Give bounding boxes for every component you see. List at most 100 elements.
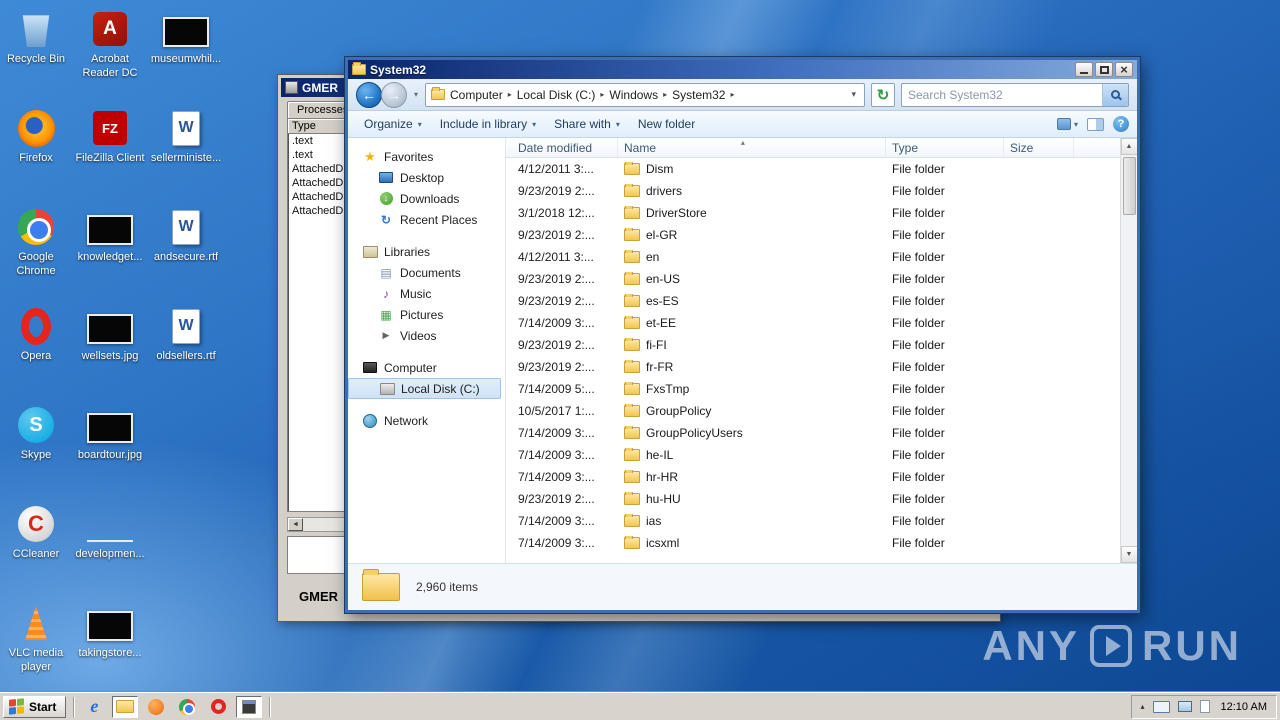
address-bar[interactable]: Computer ▸ Local Disk (C:) ▸ Windows ▸ System3… (425, 82, 865, 107)
file-row-grouppolicyusers[interactable]: 7/14/2009 3:... GroupPolicyUsers File fold… (506, 422, 1137, 444)
file-row-fxstmp[interactable]: 7/14/2009 5:... FxsTmp File folder (506, 378, 1137, 400)
file-row-et-ee[interactable]: 7/14/2009 3:... et-EE File folder (506, 312, 1137, 334)
recent-pages-dropdown-icon[interactable]: ▾ (413, 90, 419, 99)
file-row-icsxml[interactable]: 7/14/2009 3:... icsxml File folder (506, 532, 1137, 554)
file-row-fi-fi[interactable]: 9/23/2019 2:... fi-FI File folder (506, 334, 1137, 356)
column-header-name[interactable]: Name ▴ (618, 138, 886, 157)
action-center-icon[interactable] (1199, 700, 1210, 713)
folder-icon (624, 536, 640, 549)
file-row-ias[interactable]: 7/14/2009 3:... ias File folder (506, 510, 1137, 532)
preview-pane-button[interactable] (1087, 117, 1104, 131)
file-row-hu-hu[interactable]: 9/23/2019 2:... hu-HU File folder (506, 488, 1137, 510)
toolbar-include-in-library[interactable]: Include in library ▾ (432, 113, 544, 135)
file-row-driverstore[interactable]: 3/1/2018 12:... DriverStore File folder (506, 202, 1137, 224)
desktop-icon-takingstore[interactable]: takingstore... (74, 602, 146, 661)
desktop-icon-sellerministe[interactable]: sellerministe... (150, 107, 222, 166)
help-button[interactable]: ? (1113, 116, 1129, 132)
column-header-type[interactable]: Type (886, 138, 1004, 157)
refresh-button[interactable]: ↻ (871, 82, 895, 107)
sidebar-item-computer[interactable]: Computer (348, 357, 505, 378)
breadcrumb-item-local-disk-c[interactable]: Local Disk (C:) (513, 88, 600, 102)
sidebar-item-network[interactable]: Network (348, 410, 505, 431)
file-row-grouppolicy[interactable]: 10/5/2017 1:... GroupPolicy File folder (506, 400, 1137, 422)
toolbar-organize[interactable]: Organize ▾ (356, 113, 430, 135)
desktop-icon-vlc-media-player[interactable]: VLC media player (0, 602, 72, 675)
file-row-drivers[interactable]: 9/23/2019 2:... drivers File folder (506, 180, 1137, 202)
scroll-left-icon[interactable]: ◄ (288, 518, 303, 531)
file-row-fr-fr[interactable]: 9/23/2019 2:... fr-FR File folder (506, 356, 1137, 378)
scroll-down-icon[interactable]: ▼ (1120, 546, 1137, 563)
taskbar-button-opera[interactable] (205, 696, 231, 718)
taskbar-button-windows-explorer[interactable] (112, 695, 139, 718)
folder-icon (624, 228, 640, 241)
close-button[interactable]: × (1115, 62, 1133, 77)
desktop-icon-skype[interactable]: Skype (0, 404, 72, 463)
explorer-title-bar[interactable]: System32 × (348, 60, 1137, 79)
hidden-icons-chevron[interactable]: ▴ (1141, 702, 1145, 711)
file-row-el-gr[interactable]: 9/23/2019 2:... el-GR File folder (506, 224, 1137, 246)
change-view-button[interactable]: ▾ (1056, 118, 1078, 130)
column-header-date-modified[interactable]: Date modified (506, 138, 618, 157)
file-row-en[interactable]: 4/12/2011 3:... en File folder (506, 246, 1137, 268)
start-button[interactable]: Start (3, 695, 67, 718)
keyboard-layout-icon[interactable] (1152, 700, 1170, 713)
desktop-icon-filezilla-client[interactable]: FileZilla Client (74, 107, 146, 166)
taskbar-button-gmer[interactable] (236, 695, 263, 718)
sidebar-item-favorites[interactable]: Favorites (348, 146, 505, 167)
breadcrumb-item-windows[interactable]: Windows (605, 88, 662, 102)
gmer-column-header-type[interactable]: Type (288, 119, 346, 134)
desktop-icon-oldsellers-rtf[interactable]: oldsellers.rtf (150, 305, 222, 364)
desktop-icon-developmen[interactable]: developmen... (74, 503, 146, 562)
desktop-icon-acrobat-reader-dc[interactable]: Acrobat Reader DC (74, 8, 146, 81)
search-button[interactable] (1102, 83, 1128, 106)
search-input[interactable] (902, 87, 1102, 102)
desktop-icon-google-chrome[interactable]: Google Chrome (0, 206, 72, 279)
file-row-he-il[interactable]: 7/14/2009 3:... he-IL File folder (506, 444, 1137, 466)
desktop-icon-ccleaner[interactable]: CCleaner (0, 503, 72, 562)
sidebar-item-videos[interactable]: Videos (348, 325, 505, 346)
breadcrumb-item-computer[interactable]: Computer (446, 88, 507, 102)
desktop-icon-recycle-bin[interactable]: Recycle Bin (0, 8, 72, 67)
vertical-scrollbar[interactable]: ▲ ▼ (1120, 138, 1137, 563)
desktop-icon-wellsets-jpg[interactable]: wellsets.jpg (74, 305, 146, 364)
column-header-size[interactable]: Size (1004, 138, 1074, 157)
file-row-es-es[interactable]: 9/23/2019 2:... es-ES File folder (506, 290, 1137, 312)
address-dropdown-icon[interactable]: ▾ (848, 89, 859, 100)
maximize-button[interactable] (1095, 62, 1113, 77)
taskbar-button-media-player[interactable] (143, 696, 169, 718)
forward-button[interactable]: → (381, 81, 407, 108)
file-name-cell: hu-HU (618, 492, 886, 506)
scrollbar-thumb[interactable] (1122, 157, 1136, 215)
breadcrumb-item-system32[interactable]: System32 (668, 88, 729, 102)
file-row-en-us[interactable]: 9/23/2019 2:... en-US File folder (506, 268, 1137, 290)
toolbar-new-folder[interactable]: New folder (630, 113, 703, 135)
desktop-icon-knowledget[interactable]: knowledget... (74, 206, 146, 265)
desktop-icon-museumwhil[interactable]: museumwhil... (150, 8, 222, 67)
sidebar-item-documents[interactable]: Documents (348, 262, 505, 283)
back-button[interactable]: ← (356, 81, 382, 108)
desktop-icon-firefox[interactable]: Firefox (0, 107, 72, 166)
sidebar-item-downloads[interactable]: Downloads (348, 188, 505, 209)
desktop-icon-opera[interactable]: Opera (0, 305, 72, 364)
music-icon (378, 286, 394, 301)
scroll-up-icon[interactable]: ▲ (1120, 138, 1137, 155)
file-name-cell: Dism (618, 162, 886, 176)
toolbar-share-with[interactable]: Share with ▾ (546, 113, 628, 135)
file-row-dism[interactable]: 4/12/2011 3:... Dism File folder (506, 158, 1137, 180)
word-doc-icon (150, 107, 222, 149)
taskbar-button-chrome[interactable] (174, 696, 200, 718)
file-row-hr-hr[interactable]: 7/14/2009 3:... hr-HR File folder (506, 466, 1137, 488)
network-status-icon[interactable] (1177, 701, 1192, 712)
taskbar-button-internet-explorer[interactable] (81, 696, 107, 718)
file-type: File folder (892, 316, 945, 330)
desktop-icon-andsecure-rtf[interactable]: andsecure.rtf (150, 206, 222, 265)
sidebar-item-pictures[interactable]: Pictures (348, 304, 505, 325)
sidebar-item-recent-places[interactable]: Recent Places (348, 209, 505, 230)
sidebar-item-libraries[interactable]: Libraries (348, 241, 505, 262)
sidebar-item-local-disk-c[interactable]: Local Disk (C:) (348, 378, 501, 399)
sidebar-item-music[interactable]: Music (348, 283, 505, 304)
minimize-button[interactable] (1075, 62, 1093, 77)
sidebar-item-desktop[interactable]: Desktop (348, 167, 505, 188)
desktop-icon-boardtour-jpg[interactable]: boardtour.jpg (74, 404, 146, 463)
tray-clock[interactable]: 12:10 AM (1218, 701, 1267, 713)
